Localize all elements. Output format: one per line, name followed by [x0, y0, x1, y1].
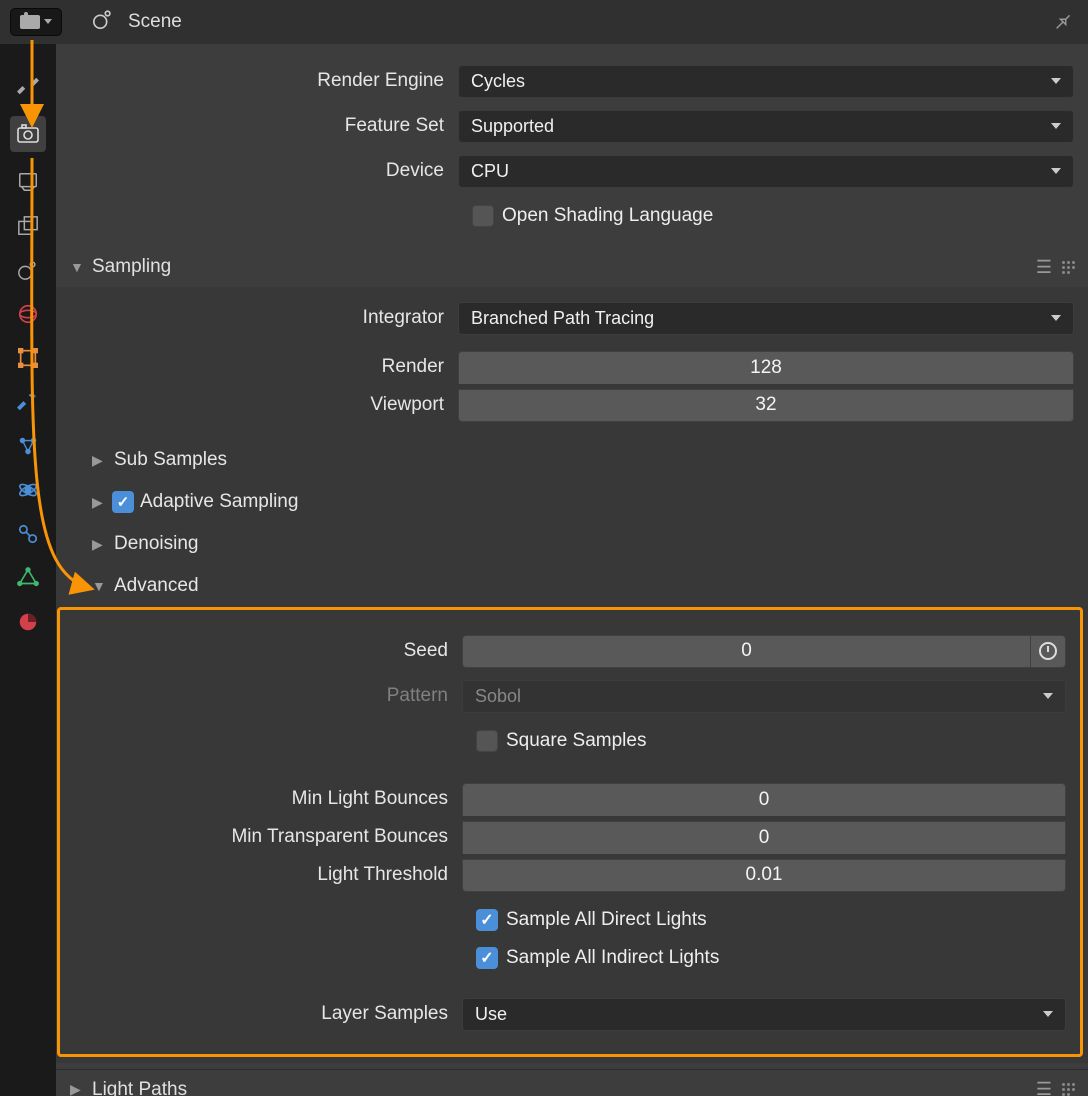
sample-indirect-checkbox[interactable] [476, 947, 498, 969]
tab-render[interactable] [10, 116, 46, 152]
chevron-down-icon [1051, 78, 1061, 84]
feature-set-select[interactable]: Supported [458, 110, 1074, 143]
triangle-down-icon [92, 578, 106, 594]
chevron-down-icon [1043, 693, 1053, 699]
adaptive-checkbox[interactable] [112, 491, 134, 513]
feature-set-label: Feature Set [56, 115, 458, 137]
preset-list-icon[interactable] [1036, 257, 1050, 278]
render-samples-label: Render [56, 356, 458, 378]
chevron-down-icon [1051, 168, 1061, 174]
properties-icon [20, 15, 40, 29]
osl-checkbox[interactable] [472, 205, 494, 227]
grip-icon[interactable] [1062, 261, 1078, 274]
sample-indirect-label: Sample All Indirect Lights [506, 947, 719, 969]
chevron-down-icon [1051, 123, 1061, 129]
tab-constraints[interactable] [14, 520, 42, 548]
render-engine-label: Render Engine [56, 70, 458, 92]
triangle-right-icon [70, 1081, 84, 1096]
tab-world[interactable] [14, 300, 42, 328]
tab-tool[interactable] [14, 72, 42, 100]
chevron-down-icon [44, 19, 52, 24]
square-samples-checkbox[interactable] [476, 730, 498, 752]
light-paths-panel-header[interactable]: Light Paths [56, 1069, 1088, 1096]
tab-particles[interactable] [14, 432, 42, 460]
tab-viewlayer[interactable] [14, 212, 42, 240]
chevron-down-icon [1051, 315, 1061, 321]
sample-direct-label: Sample All Direct Lights [506, 909, 707, 931]
adaptive-sampling-header[interactable]: Adaptive Sampling [56, 481, 1088, 523]
tab-modifiers[interactable] [14, 388, 42, 416]
device-select[interactable]: CPU [458, 155, 1074, 188]
editor-type-selector[interactable] [10, 8, 62, 36]
tab-material[interactable] [14, 608, 42, 636]
min-transparent-bounces-field[interactable]: 0 [462, 821, 1066, 854]
render-engine-select[interactable]: Cycles [458, 65, 1074, 98]
seed-clock-button[interactable] [1031, 635, 1066, 668]
layer-samples-select[interactable]: Use [462, 998, 1066, 1031]
triangle-right-icon [92, 536, 106, 553]
denoising-header[interactable]: Denoising [56, 523, 1088, 565]
render-samples-field[interactable]: 128 [458, 351, 1074, 384]
tab-data[interactable] [14, 564, 42, 592]
triangle-right-icon [92, 494, 106, 511]
seed-label: Seed [60, 640, 462, 662]
min-light-bounces-field[interactable]: 0 [462, 783, 1066, 816]
viewport-samples-label: Viewport [56, 394, 458, 416]
layer-samples-label: Layer Samples [60, 1003, 462, 1025]
pin-icon[interactable] [1043, 6, 1078, 41]
integrator-select[interactable]: Branched Path Tracing [458, 302, 1074, 335]
grip-icon[interactable] [1062, 1083, 1078, 1096]
pattern-select[interactable]: Sobol [462, 680, 1066, 713]
pattern-label: Pattern [60, 685, 462, 707]
viewport-samples-field[interactable]: 32 [458, 389, 1074, 422]
osl-label: Open Shading Language [502, 205, 713, 227]
tab-object[interactable] [14, 344, 42, 372]
integrator-label: Integrator [56, 307, 458, 329]
device-label: Device [56, 160, 458, 182]
light-threshold-field[interactable]: 0.01 [462, 859, 1066, 892]
min-transparent-bounces-label: Min Transparent Bounces [60, 826, 462, 848]
seed-field[interactable]: 0 [462, 635, 1031, 668]
advanced-header[interactable]: Advanced [56, 565, 1088, 607]
triangle-right-icon [92, 452, 106, 469]
tab-scene[interactable] [14, 256, 42, 284]
min-light-bounces-label: Min Light Bounces [60, 788, 462, 810]
triangle-down-icon [70, 259, 84, 275]
scene-icon [92, 8, 114, 36]
tab-physics[interactable] [14, 476, 42, 504]
tab-output[interactable] [14, 168, 42, 196]
sub-samples-header[interactable]: Sub Samples [56, 439, 1088, 481]
clock-icon [1039, 642, 1057, 660]
sampling-panel-header[interactable]: Sampling [56, 247, 1088, 287]
sample-direct-checkbox[interactable] [476, 909, 498, 931]
light-threshold-label: Light Threshold [60, 864, 462, 886]
square-samples-label: Square Samples [506, 730, 646, 752]
preset-list-icon[interactable] [1036, 1079, 1050, 1096]
chevron-down-icon [1043, 1011, 1053, 1017]
scene-name: Scene [128, 11, 182, 33]
